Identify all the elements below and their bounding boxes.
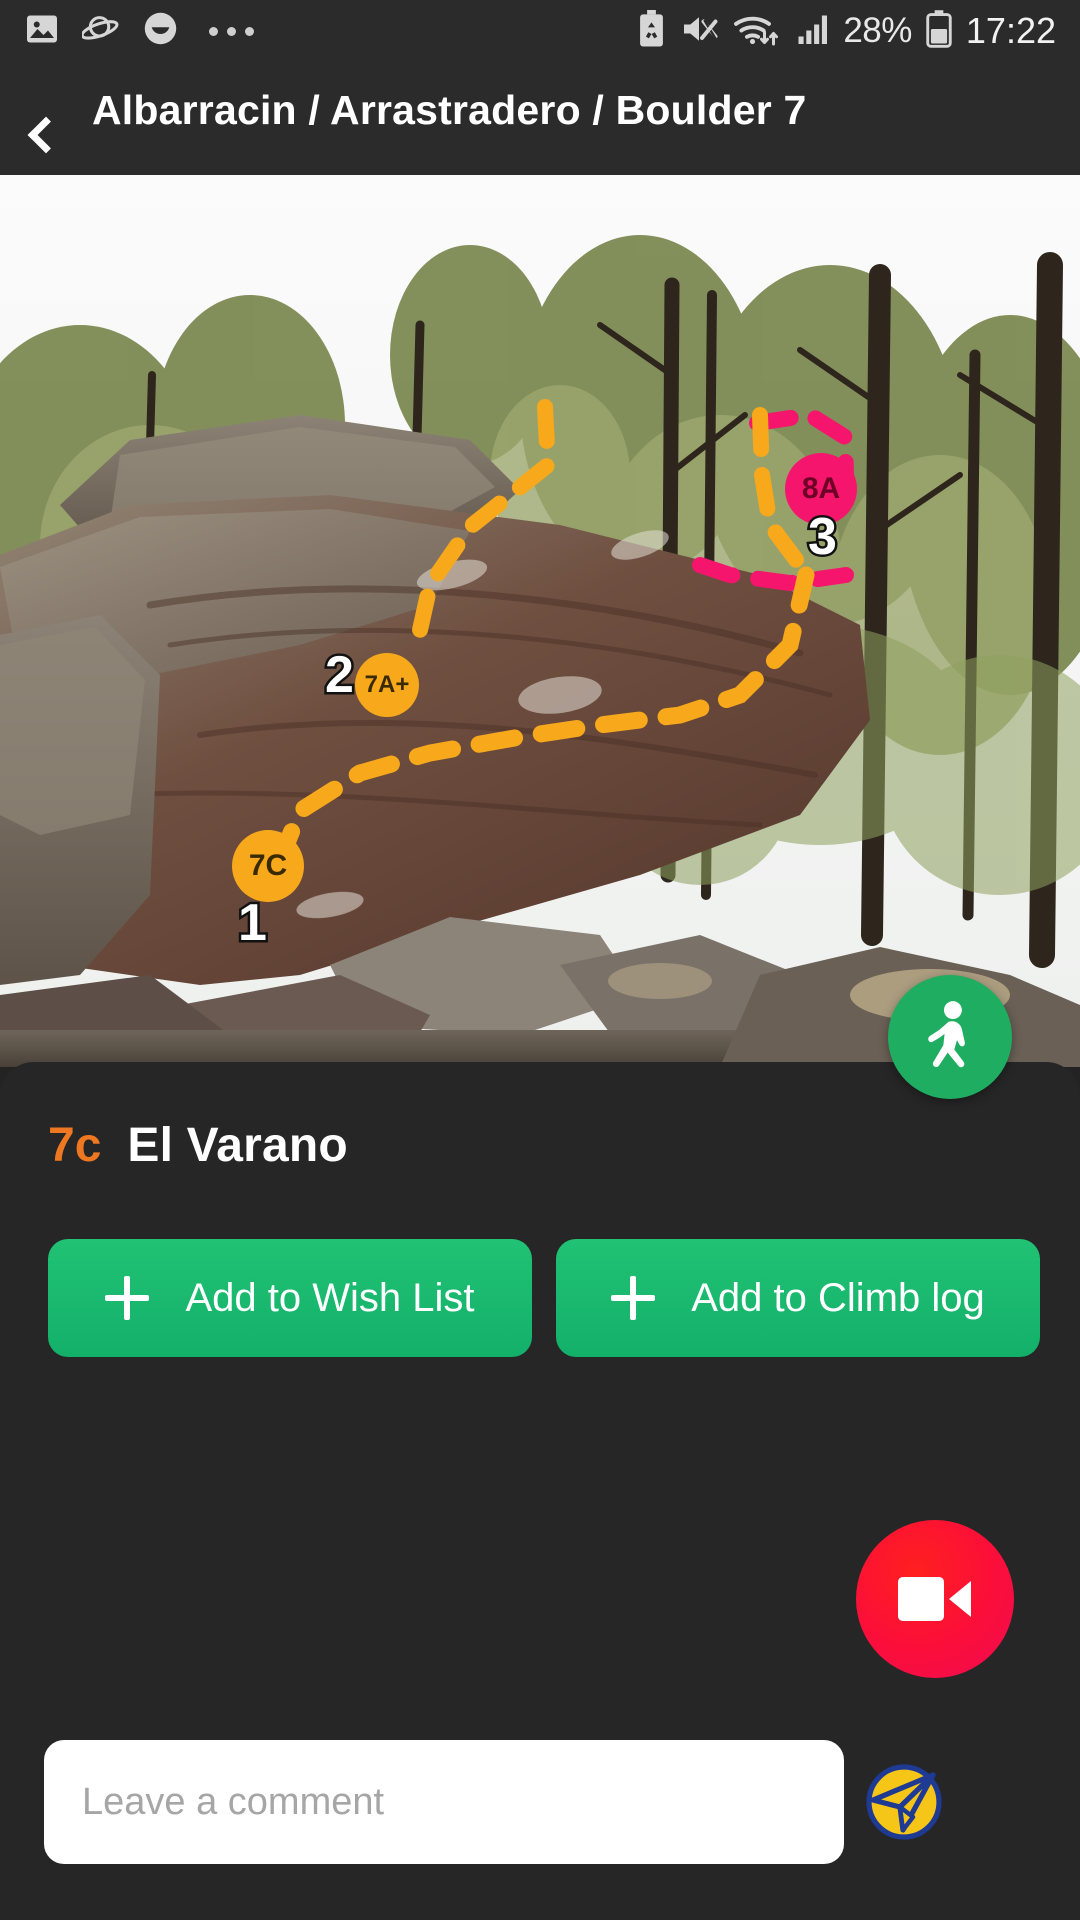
page-title: Albarracin / Arrastradero / Boulder 7 — [92, 87, 807, 133]
plus-icon — [105, 1276, 150, 1320]
route-marker-2-grade[interactable]: 7A+ — [355, 653, 419, 717]
battery-saver-icon — [638, 9, 665, 53]
status-bar: 28% 17:22 — [0, 0, 1080, 62]
walk-approach-button[interactable] — [888, 975, 1012, 1099]
clock-label: 17:22 — [965, 10, 1056, 51]
plus-icon — [611, 1276, 656, 1320]
app-root: 28% 17:22 Albarracin / Arrastradero / Bo… — [0, 0, 1080, 1920]
route-name-label: El Varano — [127, 1119, 348, 1172]
comment-input[interactable] — [82, 1780, 806, 1824]
image-icon — [24, 11, 60, 52]
add-to-wish-list-label: Add to Wish List — [185, 1275, 475, 1320]
wifi-icon — [733, 11, 781, 52]
route-marker-1-number[interactable]: 1 — [236, 892, 270, 955]
add-to-wish-list-button[interactable]: Add to Wish List — [48, 1239, 532, 1357]
battery-percent-label: 28% — [843, 11, 912, 50]
send-paper-plane-icon — [866, 1764, 942, 1840]
more-dots-icon — [209, 26, 254, 36]
route-grade-label: 7c — [48, 1119, 102, 1172]
smiley-icon — [142, 10, 179, 52]
add-to-climb-log-label: Add to Climb log — [691, 1275, 985, 1320]
route-marker-2-grade-label: 7A+ — [364, 671, 410, 698]
route-marker-1-grade-label: 7C — [248, 849, 288, 882]
route-marker-1-grade[interactable]: 7C — [232, 830, 304, 902]
mute-icon — [679, 11, 719, 52]
back-button[interactable] — [0, 74, 92, 174]
route-marker-3-number-label: 3 — [806, 506, 840, 569]
route-marker-3-number[interactable]: 3 — [806, 506, 840, 569]
boulder-photo[interactable]: 7A+ 2 8A 3 7C 1 — [0, 175, 1080, 1067]
planet-icon — [80, 11, 120, 52]
status-bar-left-icons — [24, 10, 254, 52]
route-marker-2-number-label: 2 — [323, 644, 357, 707]
send-comment-button[interactable] — [856, 1752, 956, 1852]
route-marker-1-number-label: 1 — [236, 892, 270, 955]
status-bar-right-icons: 28% 17:22 — [638, 9, 1056, 53]
walking-person-icon — [928, 1001, 965, 1068]
route-marker-2-number[interactable]: 2 — [323, 644, 357, 707]
photo-illustration — [0, 175, 1080, 1067]
add-video-button[interactable] — [856, 1520, 1014, 1678]
add-to-climb-log-button[interactable]: Add to Climb log — [556, 1239, 1040, 1357]
battery-icon — [926, 9, 952, 53]
comment-input-container[interactable] — [44, 1740, 844, 1864]
chevron-left-icon — [27, 116, 65, 154]
route-marker-3-grade-label: 8A — [801, 472, 841, 505]
app-bar: Albarracin / Arrastradero / Boulder 7 — [0, 62, 1080, 175]
video-camera-icon — [898, 1577, 971, 1621]
action-buttons: Add to Wish List Add to Climb log — [0, 1173, 1080, 1357]
signal-icon — [795, 11, 829, 52]
